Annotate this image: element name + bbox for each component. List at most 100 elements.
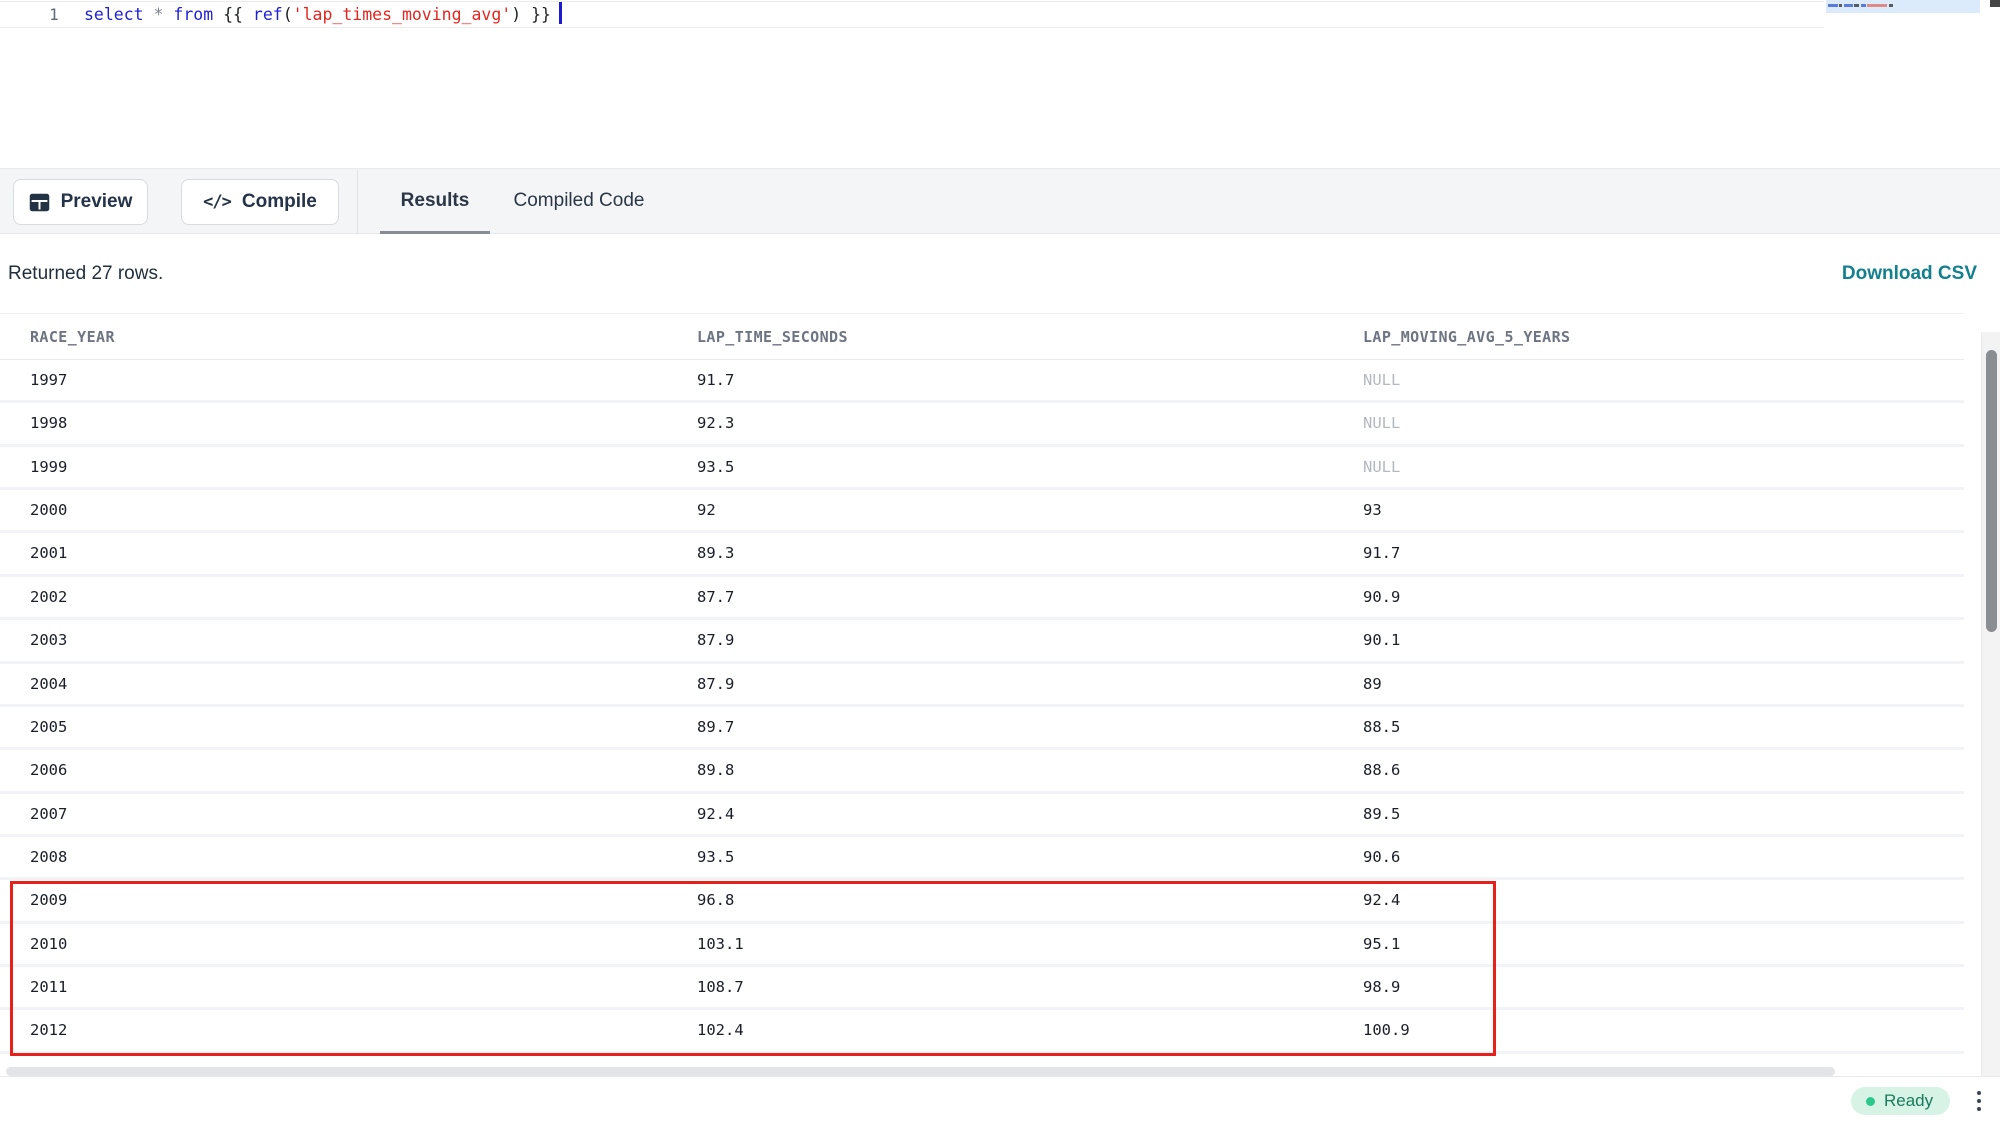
results-table: RACE_YEAR LAP_TIME_SECONDS LAP_MOVING_AV…	[0, 313, 2000, 1056]
preview-button-label: Preview	[61, 191, 133, 213]
table-cell: 2012	[30, 1021, 67, 1039]
table-cell: NULL	[1363, 371, 1400, 389]
table-row[interactable]: 2000 92 93	[0, 490, 1964, 533]
table-cell: 92.3	[697, 414, 734, 432]
ready-label: Ready	[1884, 1091, 1933, 1111]
download-csv-link[interactable]: Download CSV	[1842, 263, 1977, 285]
table-cell: 89	[1363, 675, 1382, 693]
compile-button-label: Compile	[242, 191, 317, 213]
table-cell: NULL	[1363, 414, 1400, 432]
editor-scrollbar-thumb[interactable]	[1990, 0, 2000, 7]
table-cell: 98.9	[1363, 978, 1400, 996]
table-cell: 2003	[30, 631, 67, 649]
minimap-code-segment	[1844, 4, 1853, 7]
kebab-menu-icon[interactable]	[1966, 1083, 1992, 1119]
table-cell: 90.1	[1363, 631, 1400, 649]
column-header-lap-time-seconds[interactable]: LAP_TIME_SECONDS	[697, 328, 848, 346]
table-cell: 90.6	[1363, 848, 1400, 866]
table-cell: 1998	[30, 414, 67, 432]
table-row[interactable]: 2003 87.9 90.1	[0, 620, 1964, 663]
table-cell: 2007	[30, 805, 67, 823]
table-cell: 95.1	[1363, 935, 1400, 953]
table-cell: 93	[1363, 501, 1382, 519]
table-cell: 92.4	[697, 805, 734, 823]
table-cell: 87.9	[697, 631, 734, 649]
column-header-lap-moving-avg[interactable]: LAP_MOVING_AVG_5_YEARS	[1363, 328, 1570, 346]
table-cell: 2011	[30, 978, 67, 996]
table-cell: 92.4	[1363, 891, 1400, 909]
minimap-code-segment	[1828, 4, 1838, 7]
ready-dot-icon	[1866, 1097, 1875, 1106]
table-row[interactable]: 2008 93.5 90.6	[0, 837, 1964, 880]
table-cell: 108.7	[697, 978, 744, 996]
table-cell: 2000	[30, 501, 67, 519]
table-cell: 91.7	[1363, 544, 1400, 562]
table-row[interactable]: 200189.391.7	[0, 533, 1964, 576]
table-cell: 87.9	[697, 675, 734, 693]
code-tokens: select * from {{ ref('lap_times_moving_a…	[84, 5, 551, 24]
tab-compiled-code[interactable]: Compiled Code	[503, 169, 655, 233]
table-cell: 88.6	[1363, 761, 1400, 779]
table-cell: 91.7	[697, 371, 734, 389]
table-cell: 92	[697, 501, 716, 519]
minimap-code-segment	[1861, 4, 1866, 7]
toolbar: Preview </> Compile Results Compiled Cod…	[0, 168, 2000, 234]
dbt-ide-window: 1 select * from {{ ref('lap_times_moving…	[0, 0, 2000, 1124]
table-row[interactable]: 2009 96.8 92.4	[0, 880, 1964, 923]
sql-editor[interactable]: 1 select * from {{ ref('lap_times_moving…	[0, 0, 2000, 168]
code-line-content[interactable]: select * from {{ ref('lap_times_moving_a…	[84, 2, 562, 28]
table-cell: 88.5	[1363, 718, 1400, 736]
tab-results-label: Results	[401, 190, 470, 212]
table-row[interactable]: 2012102.4100.9	[0, 1010, 1964, 1053]
table-cell: 1999	[30, 458, 67, 476]
table-cell: 89.7	[697, 718, 734, 736]
minimap-code-segment	[1867, 4, 1887, 7]
table-cell: 2005	[30, 718, 67, 736]
table-cell: 2006	[30, 761, 67, 779]
table-row[interactable]: 2011 108.7 98.9	[0, 967, 1964, 1010]
table-cell: 93.5	[697, 458, 734, 476]
table-row[interactable]: 2002 87.7 90.9	[0, 577, 1964, 620]
table-cell: 90.9	[1363, 588, 1400, 606]
table-cell: 96.8	[697, 891, 734, 909]
minimap-code-segment	[1889, 4, 1893, 7]
editor-line-number: 1	[40, 3, 68, 27]
horizontal-scrollbar-thumb[interactable]	[6, 1067, 1835, 1076]
table-row[interactable]: 2010103.195.1	[0, 924, 1964, 967]
tab-compiled-label: Compiled Code	[514, 190, 645, 212]
table-cell: 2008	[30, 848, 67, 866]
text-cursor	[559, 2, 563, 24]
table-cell: 2001	[30, 544, 67, 562]
preview-button[interactable]: Preview	[13, 179, 148, 225]
table-cell: 89.5	[1363, 805, 1400, 823]
minimap-code-segment	[1854, 4, 1859, 7]
table-row[interactable]: 1997 91.7 NULL	[0, 360, 1964, 403]
table-cell: 93.5	[697, 848, 734, 866]
vertical-scrollbar-thumb[interactable]	[1986, 350, 1997, 632]
table-cell: 1997	[30, 371, 67, 389]
table-cell: 2004	[30, 675, 67, 693]
compile-button[interactable]: </> Compile	[181, 179, 339, 225]
table-body: 1997 91.7 NULL 1998 92.3 NULL 1999 93.5 NULL 2000…	[0, 360, 1964, 1054]
table-row[interactable]: 2004 87.9 89	[0, 664, 1964, 707]
table-row[interactable]: 200689.888.6	[0, 750, 1964, 793]
table-cell: 2009	[30, 891, 67, 909]
table-cell: 2002	[30, 588, 67, 606]
table-row[interactable]: 1999 93.5 NULL	[0, 447, 1964, 490]
results-meta-row: Returned 27 rows. Download CSV	[0, 234, 2000, 313]
minimap-code-segment	[1839, 4, 1842, 7]
table-cell: NULL	[1363, 458, 1400, 476]
preview-table-icon	[29, 193, 50, 212]
column-header-race-year[interactable]: RACE_YEAR	[30, 328, 115, 346]
table-row[interactable]: 2007 92.4 89.5	[0, 794, 1964, 837]
tab-results[interactable]: Results	[380, 169, 490, 233]
table-row[interactable]: 2005 89.7 88.5	[0, 707, 1964, 750]
editor-minimap[interactable]	[1826, 0, 1980, 13]
table-cell: 87.7	[697, 588, 734, 606]
table-row[interactable]: 1998 92.3 NULL	[0, 403, 1964, 446]
table-header-row: RACE_YEAR LAP_TIME_SECONDS LAP_MOVING_AV…	[0, 313, 1964, 360]
row-count-summary: Returned 27 rows.	[8, 263, 163, 285]
status-bar: Ready	[0, 1076, 2000, 1124]
status-badge: Ready	[1851, 1087, 1950, 1115]
table-cell: 2010	[30, 935, 67, 953]
